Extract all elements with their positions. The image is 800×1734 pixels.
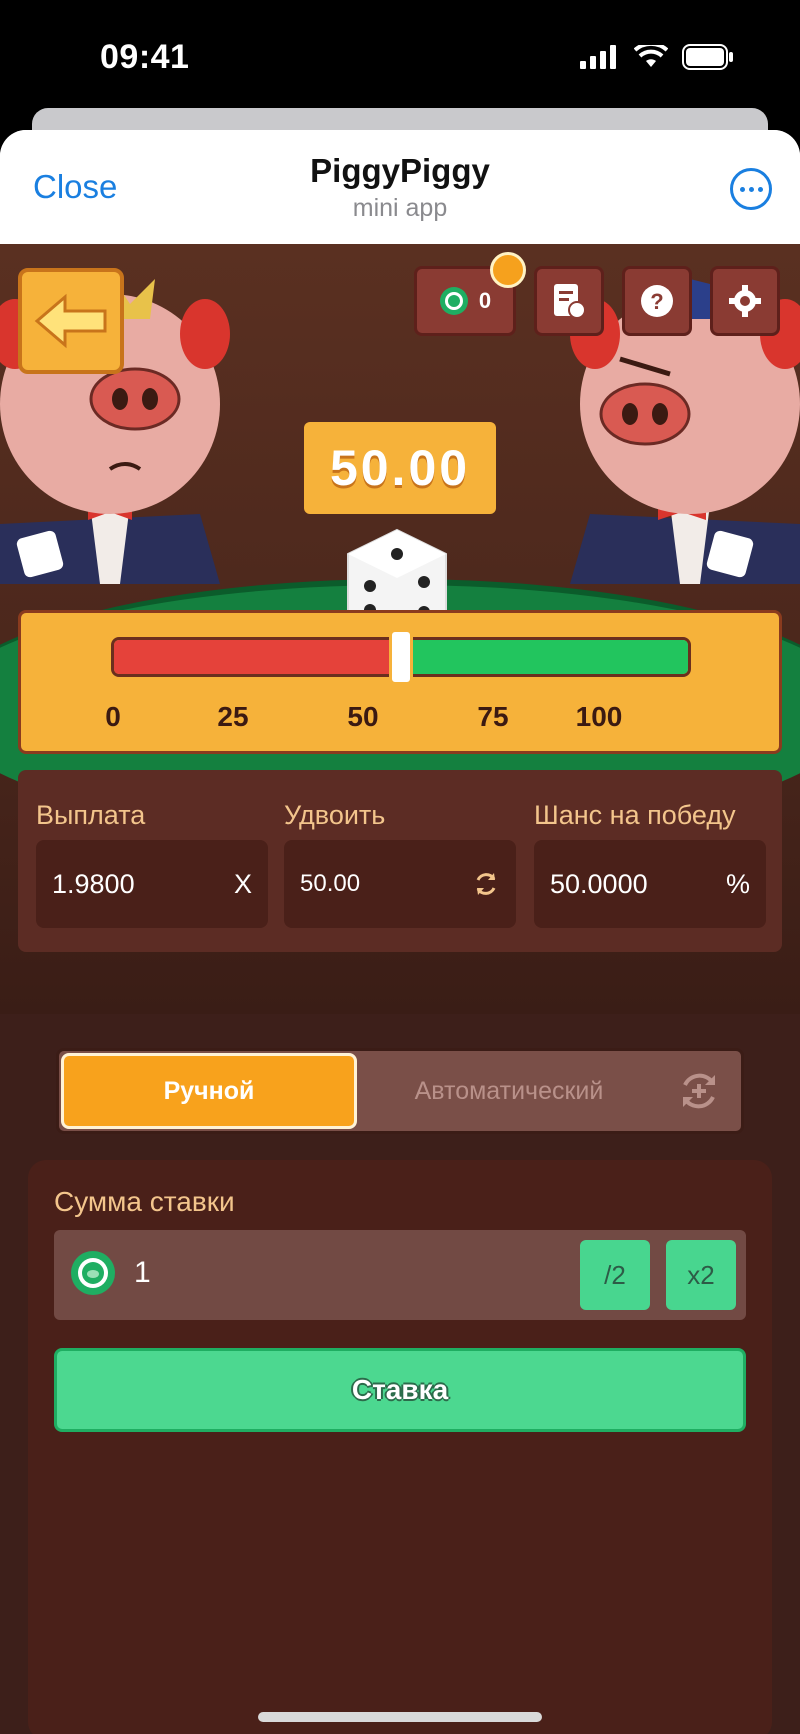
double-label: Удвоить	[284, 800, 386, 830]
chance-suffix: %	[725, 868, 750, 899]
wifi-icon	[634, 45, 668, 67]
tab-manual[interactable]: Ручной	[61, 1053, 357, 1129]
chip-icon	[439, 287, 468, 315]
bet-amount-label: Сумма ставки	[54, 1186, 235, 1217]
back-arrow-icon	[34, 293, 107, 349]
status-bar: 09:41	[0, 0, 800, 120]
double-bet-button[interactable]: x2	[666, 1240, 736, 1310]
game-scene: 0 ? 50.00 0 25 50 75 100 Выплата 1.9800 …	[0, 244, 800, 1014]
more-icon[interactable]	[730, 168, 772, 210]
slider-tick-label: 75	[477, 701, 509, 732]
payout-label: Выплата	[36, 800, 146, 830]
slider-handle[interactable]	[389, 629, 413, 685]
battery-icon	[682, 44, 733, 70]
halve-bet-button[interactable]: /2	[580, 1240, 650, 1310]
payout-suffix: X	[233, 868, 252, 899]
double-value: 50.00	[300, 870, 361, 897]
svg-text:?: ?	[650, 289, 663, 314]
auto-refresh-icon[interactable]	[675, 1067, 723, 1115]
slider-win-range	[401, 640, 688, 674]
tab-auto[interactable]: Автоматический	[359, 1053, 659, 1129]
payout-field[interactable]: 1.9800 X	[36, 840, 268, 928]
refresh-icon[interactable]	[472, 870, 500, 898]
balance-value: 0	[478, 288, 492, 313]
slider-tick-label: 25	[217, 701, 249, 732]
payout-group: Выплата	[36, 800, 145, 831]
history-button[interactable]	[534, 266, 604, 336]
mini-app-sheet: Close PiggyPiggy mini app 0 ? 50.00 0 25…	[0, 130, 800, 1734]
payout-value: 1.9800	[52, 868, 135, 899]
slider-tick-label: 50	[347, 701, 379, 732]
params-panel: Выплата 1.9800 X Удвоить 50.00 Шанс на п…	[18, 770, 782, 952]
app-subtitle: mini app	[352, 194, 448, 222]
place-bet-button[interactable]: Ставка	[54, 1348, 746, 1432]
back-button[interactable]	[18, 268, 124, 374]
chance-value: 50.0000	[550, 868, 648, 899]
bet-amount-field[interactable]: 1 /2 x2	[54, 1230, 746, 1320]
gear-icon	[729, 285, 761, 317]
bet-amount-value[interactable]: 1	[134, 1256, 151, 1290]
home-indicator	[258, 1712, 542, 1722]
status-icons	[580, 44, 734, 70]
double-field[interactable]: 50.00	[284, 840, 516, 928]
slider-lose-range	[114, 640, 401, 674]
settings-button[interactable]	[710, 266, 780, 336]
chance-label: Шанс на победу	[534, 800, 736, 830]
history-icon	[554, 284, 586, 319]
deposit-badge-icon[interactable]	[490, 252, 526, 288]
chip-icon	[71, 1251, 115, 1295]
app-title: PiggyPiggy	[310, 152, 490, 189]
chance-slider-panel: 0 25 50 75 100	[18, 610, 782, 754]
help-icon: ?	[641, 285, 673, 317]
slider-tick-label: 0	[105, 701, 121, 732]
slider-tick-label: 100	[575, 701, 623, 732]
status-time: 09:41	[100, 38, 190, 76]
double-group: Удвоить	[284, 800, 385, 831]
bet-panel: Сумма ставки 1 /2 x2 Ставка	[28, 1160, 772, 1734]
mini-app-header: Close PiggyPiggy mini app	[0, 130, 800, 244]
signal-icon	[580, 45, 616, 69]
chance-group: Шанс на победу	[534, 800, 736, 831]
roll-result: 50.00	[304, 422, 496, 514]
help-button[interactable]: ?	[622, 266, 692, 336]
mode-tabs: Ручной Автоматический	[56, 1048, 744, 1134]
chance-field[interactable]: 50.0000 %	[534, 840, 766, 928]
game-area: 0 ? 50.00 0 25 50 75 100 Выплата 1.9800 …	[0, 244, 800, 1734]
